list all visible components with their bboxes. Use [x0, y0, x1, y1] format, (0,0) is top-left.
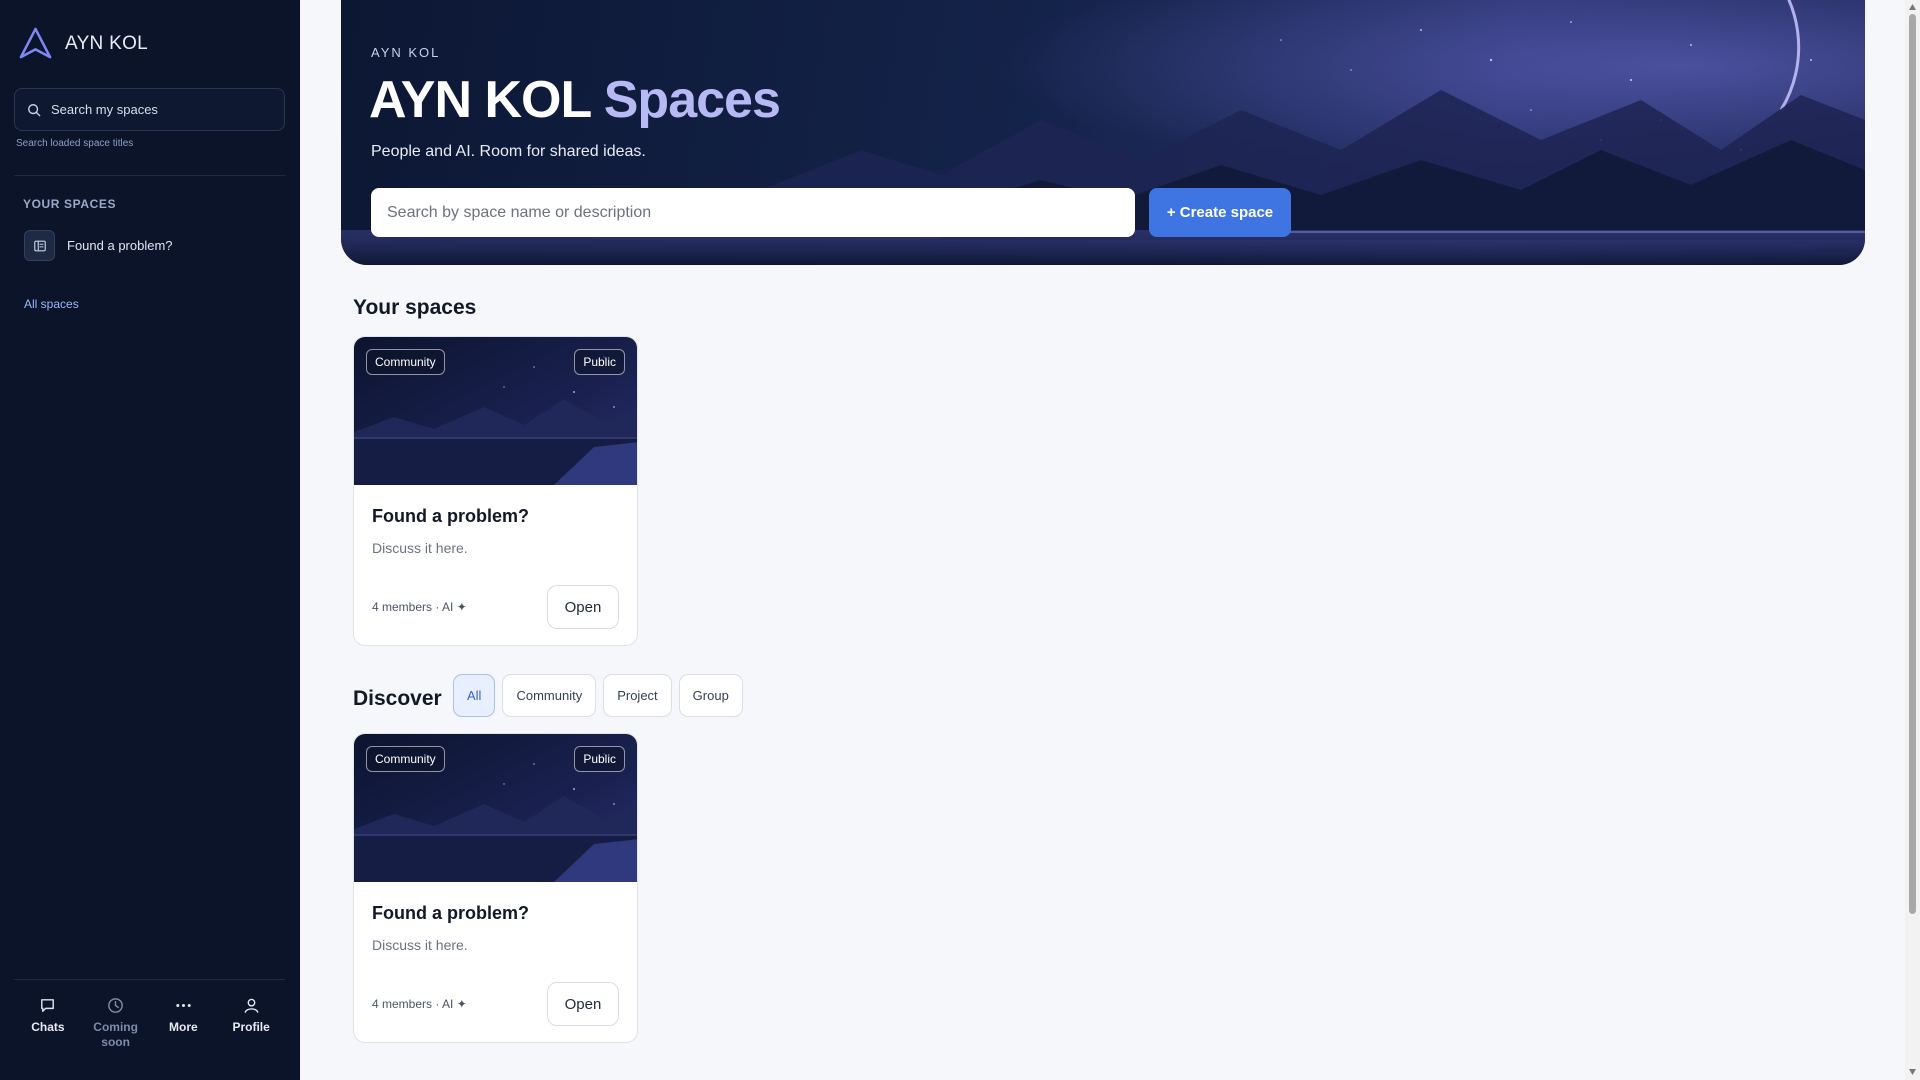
nav-more-label: More	[169, 1020, 198, 1034]
sidebar-search-hint: Search loaded space titles	[16, 138, 134, 149]
scroll-down-arrow-icon[interactable]	[1908, 1068, 1917, 1076]
space-card-meta: 4 members · AI ✦	[372, 600, 467, 614]
your-spaces-title: Your spaces	[353, 296, 477, 319]
nav-chats[interactable]: Chats	[14, 996, 82, 1050]
sidebar-section-title: YOUR SPACES	[23, 197, 117, 211]
space-card-description: Discuss it here.	[372, 937, 468, 953]
scroll-up-arrow-icon[interactable]	[1908, 3, 1917, 11]
sidebar-search-label: Search my spaces	[51, 102, 158, 117]
sidebar-divider	[14, 175, 285, 176]
space-card-title: Found a problem?	[372, 506, 529, 526]
sidebar-search-input[interactable]: Search my spaces	[14, 88, 285, 131]
brand-name: AYN KOL	[65, 32, 149, 54]
space-type-badge: Community	[366, 746, 445, 772]
hero-subtitle: People and AI. Room for shared ideas.	[371, 143, 646, 160]
discover-title: Discover	[353, 687, 442, 710]
filter-community[interactable]: Community	[502, 674, 597, 717]
space-type-badge: Community	[366, 349, 445, 375]
scrollbar-thumb[interactable]	[1909, 14, 1916, 914]
space-card-title: Found a problem?	[372, 903, 529, 923]
logo-icon	[19, 27, 52, 59]
clock-icon	[108, 998, 123, 1013]
brand[interactable]: AYN KOL	[18, 26, 148, 61]
bottom-nav-divider	[14, 979, 285, 980]
filter-all[interactable]: All	[453, 674, 496, 717]
hero-banner: AYN KOL AYN KOL Spaces People and AI. Ro…	[341, 0, 1865, 265]
space-card-meta: 4 members · AI ✦	[372, 997, 467, 1011]
visibility-badge: Public	[574, 349, 625, 375]
sidebar-item-found-a-problem[interactable]: Found a problem?	[24, 230, 173, 261]
search-icon	[28, 103, 41, 116]
all-spaces-link[interactable]: All spaces	[24, 297, 79, 311]
hero-eyebrow: AYN KOL	[371, 45, 441, 60]
page-title: AYN KOL Spaces	[369, 70, 781, 130]
nav-coming-soon-label: Coming soon	[93, 1020, 138, 1049]
create-space-button[interactable]: + Create space	[1149, 188, 1291, 237]
page-title-main: AYN KOL	[369, 71, 591, 129]
sidebar-item-label: Found a problem?	[67, 238, 173, 253]
open-space-button[interactable]: Open	[547, 585, 619, 629]
nav-profile-label: Profile	[232, 1020, 270, 1034]
space-card[interactable]: Community Public Found a problem? Discus…	[353, 336, 638, 646]
bottom-nav: Chats Coming soon More Profile	[14, 996, 285, 1050]
space-search-input[interactable]	[371, 188, 1135, 237]
discover-filters: All Community Project Group	[453, 674, 743, 717]
open-space-button[interactable]: Open	[547, 982, 619, 1026]
filter-group[interactable]: Group	[678, 674, 743, 717]
space-card-description: Discuss it here.	[372, 540, 468, 556]
chat-icon	[41, 999, 55, 1012]
filter-project[interactable]: Project	[603, 674, 672, 717]
nav-more[interactable]: More	[150, 996, 218, 1050]
page-title-accent: Spaces	[603, 71, 781, 129]
nav-coming-soon: Coming soon	[82, 996, 150, 1050]
page-scrollbar[interactable]	[1905, 0, 1920, 1080]
space-icon	[24, 230, 55, 261]
user-icon	[244, 998, 259, 1013]
space-card[interactable]: Community Public Found a problem? Discus…	[353, 733, 638, 1043]
sidebar: AYN KOL Search my spaces Search loaded s…	[0, 0, 300, 1080]
more-icon	[176, 1003, 191, 1008]
nav-profile[interactable]: Profile	[217, 996, 285, 1050]
visibility-badge: Public	[574, 746, 625, 772]
nav-chats-label: Chats	[31, 1020, 65, 1034]
